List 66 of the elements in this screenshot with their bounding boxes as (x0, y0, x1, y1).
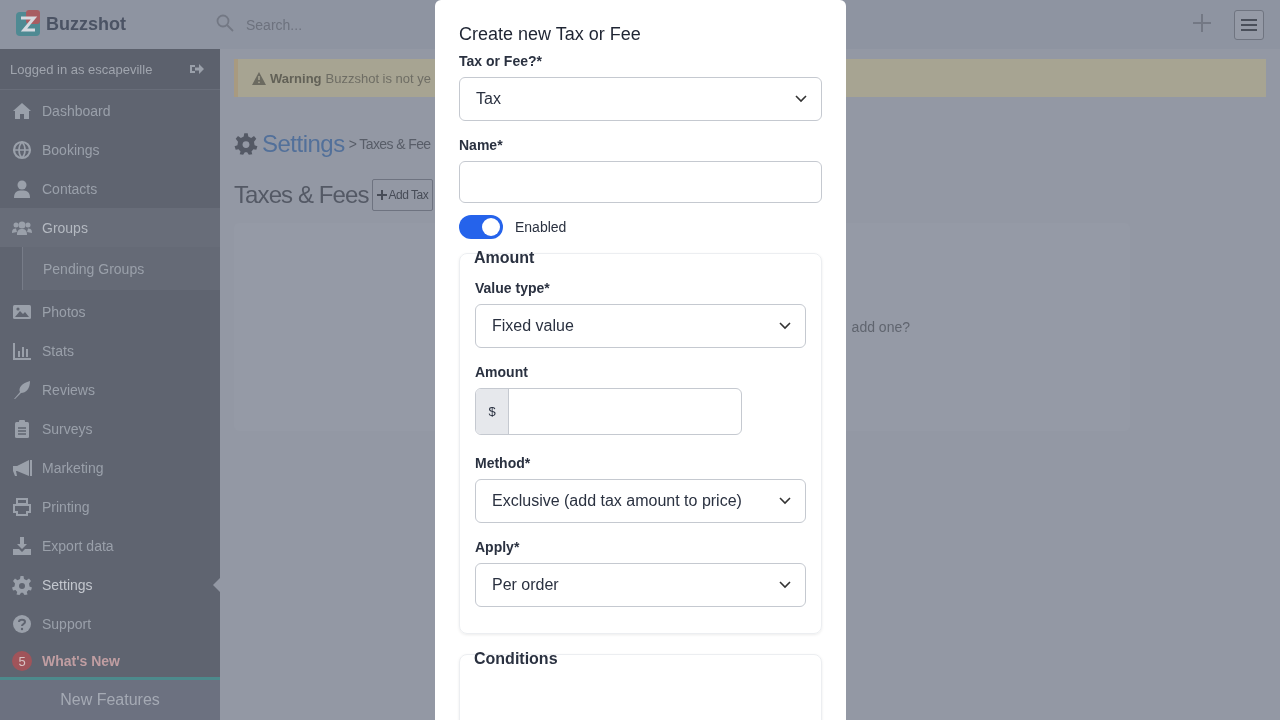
warning-title: Warning (270, 70, 322, 86)
feather-icon (12, 379, 32, 400)
count-badge: 5 (12, 651, 32, 671)
menu-button[interactable] (1234, 9, 1264, 40)
nav-item[interactable]: Contacts (0, 169, 220, 208)
bar-chart-icon (12, 340, 32, 361)
menu-icon (1241, 17, 1257, 32)
selection-pointer (213, 578, 220, 592)
chevron-down-icon (779, 322, 791, 330)
field-label: Apply* (475, 539, 521, 555)
select-field[interactable]: Exclusive (add tax amount to price) (475, 479, 806, 523)
nav-item[interactable]: Bookings (0, 130, 220, 169)
page-heading: Taxes & Fees (234, 181, 369, 209)
nav-item[interactable]: Photos (0, 292, 220, 331)
gear-icon (12, 574, 32, 595)
nav-item[interactable]: Surveys (0, 409, 220, 448)
logout-icon (190, 63, 204, 75)
new-features-button[interactable]: New Features (0, 677, 220, 720)
field-label: Name* (459, 137, 504, 153)
select-field[interactable]: Per order (475, 563, 806, 607)
field-label: Method* (475, 455, 532, 471)
globe-icon (12, 139, 32, 160)
chevron-down-icon (795, 95, 807, 103)
logo-icon (16, 9, 40, 36)
nav-item[interactable]: Settings (0, 565, 220, 604)
megaphone-icon (12, 457, 32, 478)
nav-item[interactable]: Reviews (0, 370, 220, 409)
modal-title: Create new Tax or Fee (459, 24, 642, 45)
logo-text: Buzzshot (46, 14, 126, 35)
question-icon (12, 613, 32, 634)
select-field[interactable]: Fixed value (475, 304, 806, 348)
section-title: Amount (473, 249, 536, 268)
nav-item[interactable]: Stats (0, 331, 220, 370)
currency-prefix: $ (476, 389, 509, 434)
field-label: Tax or Fee?* (459, 53, 543, 69)
section-title: Conditions (473, 650, 559, 669)
nav-item[interactable]: Export data (0, 526, 220, 565)
home-icon (12, 100, 32, 121)
clipboard-icon (12, 418, 32, 439)
nav-item[interactable]: Support (0, 604, 220, 643)
nav-item[interactable]: Printing (0, 487, 220, 526)
nav-item[interactable]: Marketing (0, 448, 220, 487)
whats-new-link[interactable]: What's New (42, 653, 120, 669)
toggle-label: Enabled (515, 219, 567, 235)
amount-field[interactable]: $ (475, 388, 742, 435)
breadcrumb-text: > Taxes & Fee (348, 136, 431, 152)
search-icon (216, 13, 234, 32)
name-input[interactable] (459, 161, 822, 203)
person-icon (12, 178, 32, 199)
nav-item[interactable]: Groups (0, 208, 220, 247)
nav-item[interactable]: Dashboard (0, 91, 220, 130)
chevron-down-icon (779, 497, 791, 505)
gear-icon (234, 132, 258, 156)
user-label: Logged in as escapeville (10, 61, 153, 77)
breadcrumb-link[interactable]: Settings (262, 130, 345, 158)
plus-icon (1192, 12, 1212, 33)
download-icon (12, 535, 32, 556)
field-label: Amount (475, 364, 529, 380)
chevron-down-icon (779, 581, 791, 589)
select-field[interactable]: Tax (459, 77, 822, 121)
field-label: Value type* (475, 280, 551, 296)
add-tax-button[interactable]: Add Tax (371, 179, 434, 211)
toggle-switch[interactable] (459, 215, 503, 239)
warning-icon (252, 71, 266, 85)
printer-icon (12, 496, 32, 517)
plus-icon (376, 190, 387, 200)
